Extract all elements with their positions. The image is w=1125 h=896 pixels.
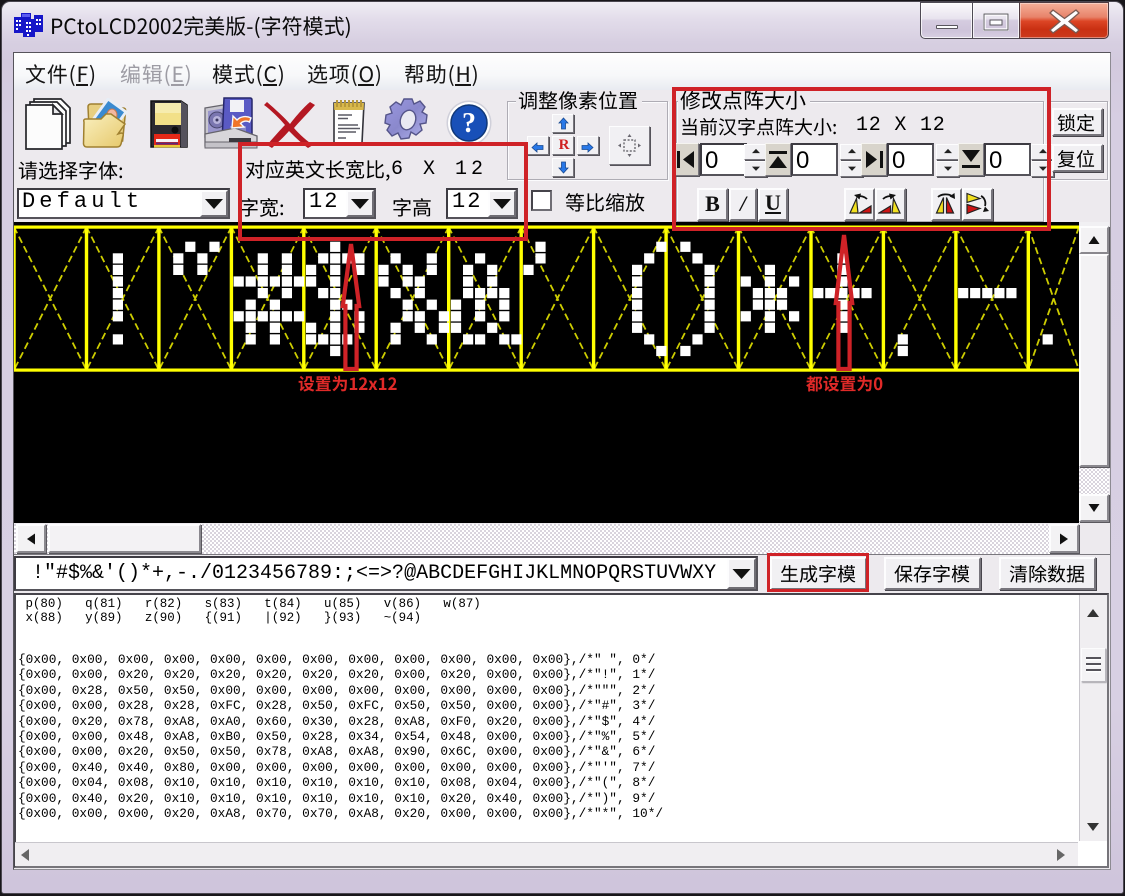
svg-text:?: ? xyxy=(462,108,476,139)
